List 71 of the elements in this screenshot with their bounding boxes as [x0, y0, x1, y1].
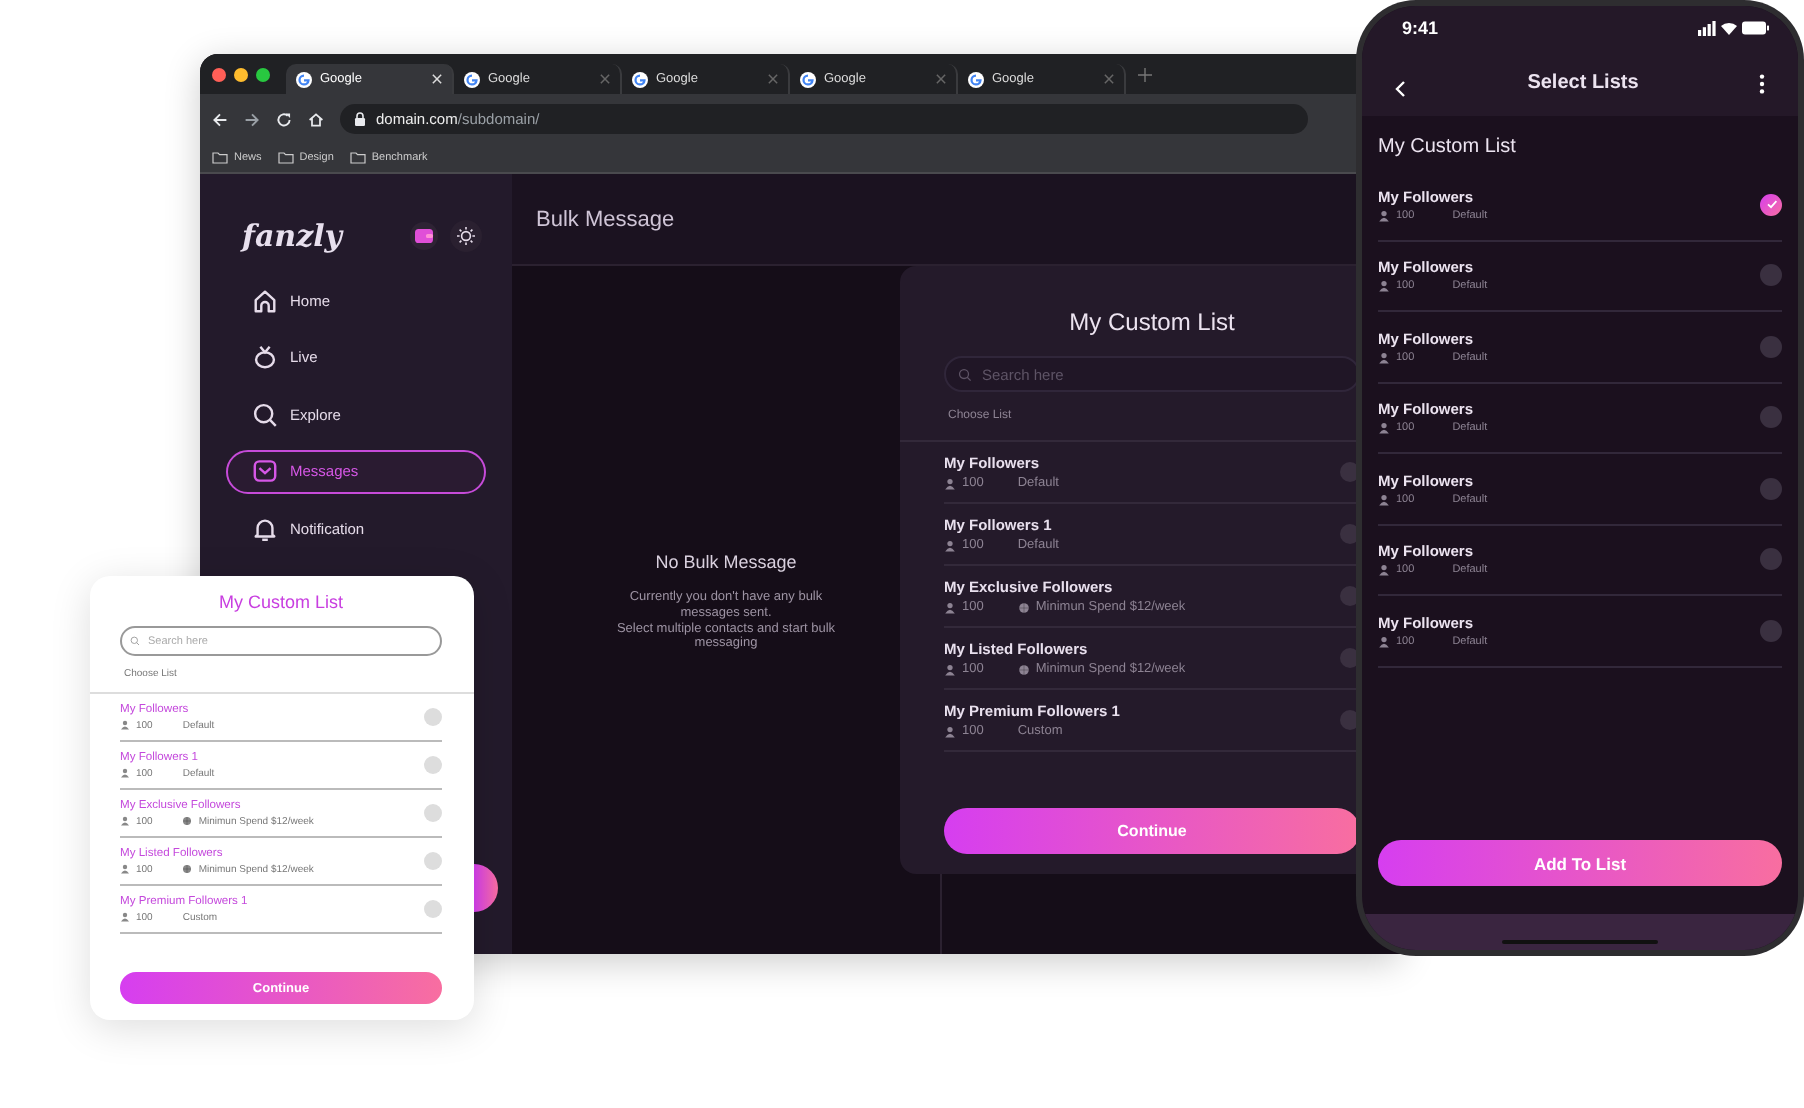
logo: fanzly: [242, 218, 346, 254]
globe-icon: [182, 864, 193, 874]
lock-icon: [354, 112, 366, 126]
minimize-button[interactable]: [234, 67, 248, 81]
tv-icon: [252, 344, 278, 370]
section-title: My Custom List: [1378, 136, 1518, 158]
checkbox[interactable]: [1760, 619, 1782, 642]
screen-title: Select Lists: [1525, 72, 1641, 94]
empty-state-title: No Bulk Message: [655, 552, 797, 572]
checkbox[interactable]: [1760, 264, 1782, 287]
g-icon: [968, 71, 984, 87]
search-icon: [252, 401, 278, 427]
people-icon: [120, 720, 130, 730]
g-icon: [296, 71, 312, 87]
people-icon: [1378, 564, 1390, 577]
bell-icon: [252, 515, 278, 541]
people-icon: [1378, 635, 1390, 648]
page-title: Bulk Message: [536, 207, 675, 231]
globe-icon: [182, 816, 193, 826]
folder-icon: [277, 152, 294, 164]
more-icon[interactable]: [1756, 73, 1768, 93]
people-icon: [944, 725, 956, 737]
checkbox[interactable]: [1760, 193, 1782, 216]
new-tab-icon[interactable]: [1138, 67, 1152, 81]
checkbox[interactable]: [1760, 335, 1782, 358]
folder-icon: [212, 152, 228, 164]
g-icon: [800, 71, 816, 87]
people-icon: [944, 477, 956, 489]
people-icon: [944, 539, 956, 551]
g-icon: [464, 71, 480, 87]
chevron-icon: [1392, 80, 1410, 98]
folder-icon: [349, 152, 366, 164]
home-icon: [252, 287, 278, 313]
globe-icon: [1017, 601, 1030, 613]
people-icon: [120, 864, 130, 874]
g-icon: [632, 71, 648, 87]
globe-icon: [1017, 663, 1030, 675]
checkbox[interactable]: [1760, 477, 1782, 500]
people-icon: [120, 768, 130, 778]
panel-title: My Custom List: [216, 592, 345, 612]
mail-icon: [252, 458, 278, 484]
status-time: 9:41: [1402, 18, 1441, 38]
wallet-button[interactable]: [410, 222, 438, 250]
reload-icon[interactable]: [276, 111, 292, 127]
status-icons: [1698, 20, 1770, 36]
sidebar-button[interactable]: [474, 864, 498, 912]
checkbox[interactable]: [424, 756, 442, 774]
people-icon: [1378, 209, 1390, 222]
checkbox[interactable]: [424, 804, 442, 822]
panel-title: My Custom List: [1067, 308, 1237, 336]
checkbox[interactable]: [424, 708, 442, 726]
theme-toggle[interactable]: [450, 220, 482, 252]
checkbox[interactable]: [1760, 548, 1782, 571]
maximize-button[interactable]: [256, 67, 270, 81]
people-icon: [944, 663, 956, 675]
sun-icon: [456, 226, 476, 246]
people-icon: [1378, 493, 1390, 506]
people-icon: [120, 912, 130, 922]
wallet-icon: [414, 226, 434, 246]
back-icon[interactable]: [212, 111, 228, 127]
home-icon[interactable]: [308, 111, 324, 127]
checkbox[interactable]: [424, 900, 442, 918]
forward-icon[interactable]: [244, 111, 260, 127]
close-button[interactable]: [212, 67, 226, 81]
people-icon: [1378, 422, 1390, 435]
people-icon: [1378, 280, 1390, 293]
people-icon: [120, 816, 130, 826]
checkbox[interactable]: [424, 852, 442, 870]
people-icon: [1378, 351, 1390, 364]
checkbox[interactable]: [1760, 406, 1782, 429]
people-icon: [944, 601, 956, 613]
